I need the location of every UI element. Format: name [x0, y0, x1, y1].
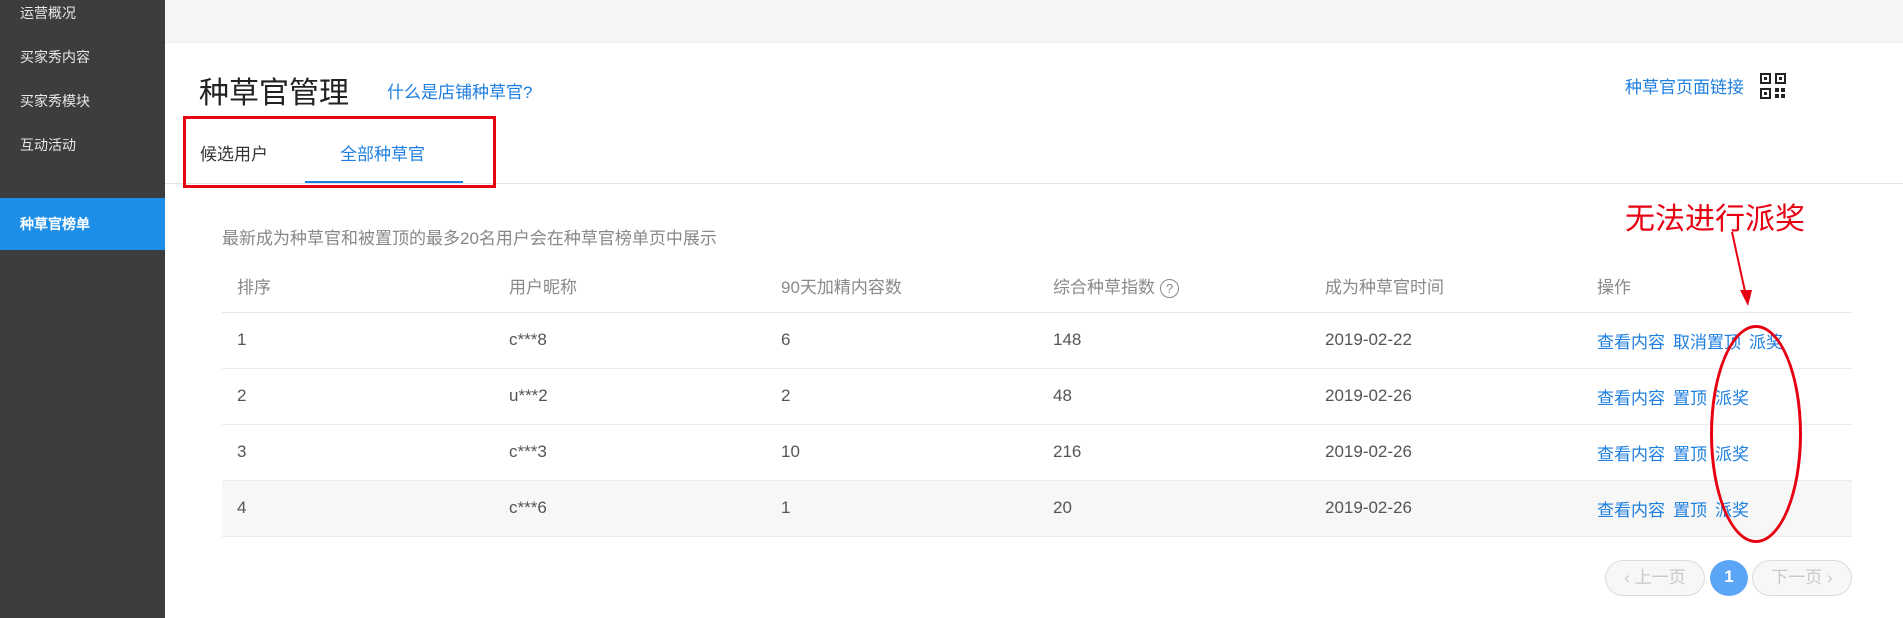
cell-rank: 1 — [222, 312, 494, 369]
next-page-button[interactable]: 下一页 › — [1752, 560, 1852, 596]
view-content-link[interactable]: 查看内容 — [1597, 333, 1665, 352]
header-rank: 排序 — [222, 260, 494, 313]
table-row: 4 c***6 1 20 2019-02-26 查看内容 置顶 派奖 — [222, 480, 1852, 537]
cell-actions: 查看内容 取消置顶 派奖 — [1582, 312, 1852, 369]
page-title: 种草官管理 — [199, 77, 349, 110]
page-link[interactable]: 种草官页面链接 — [1625, 73, 1744, 98]
view-content-link[interactable]: 查看内容 — [1597, 389, 1665, 408]
table-row: 1 c***8 6 148 2019-02-22 查看内容 取消置顶 派奖 — [222, 312, 1852, 369]
cell-index: 216 — [1038, 424, 1310, 481]
cell-count: 6 — [766, 312, 1038, 369]
influencer-table: 排序 用户昵称 90天加精内容数 综合种草指数? 成为种草官时间 操作 1 c*… — [222, 260, 1852, 537]
cell-date: 2019-02-26 — [1310, 480, 1582, 537]
cell-nickname: c***8 — [494, 312, 766, 369]
header-index: 综合种草指数? — [1038, 260, 1310, 313]
cell-rank: 4 — [222, 480, 494, 537]
cell-count: 2 — [766, 368, 1038, 425]
cell-nickname: c***3 — [494, 424, 766, 481]
header-nickname: 用户昵称 — [494, 260, 766, 313]
cell-rank: 2 — [222, 368, 494, 425]
help-icon[interactable]: ? — [1160, 279, 1179, 299]
annotation-ellipse — [1710, 325, 1802, 543]
cell-index: 20 — [1038, 480, 1310, 537]
cell-nickname: u***2 — [494, 368, 766, 425]
header-index-label: 综合种草指数 — [1053, 278, 1155, 298]
notice-text: 最新成为种草官和被置顶的最多20名用户会在种草官榜单页中展示 — [222, 229, 717, 248]
cell-count: 10 — [766, 424, 1038, 481]
pin-link[interactable]: 置顶 — [1673, 445, 1707, 464]
cell-date: 2019-02-22 — [1310, 312, 1582, 369]
pin-link[interactable]: 置顶 — [1673, 389, 1707, 408]
qr-code-icon[interactable] — [1760, 73, 1786, 99]
view-content-link[interactable]: 查看内容 — [1597, 445, 1665, 464]
table-row: 3 c***3 10 216 2019-02-26 查看内容 置顶 派奖 — [222, 424, 1852, 481]
header-date: 成为种草官时间 — [1310, 260, 1582, 313]
sidebar: 运营概况 买家秀内容 买家秀模块 互动活动 种草官榜单 — [0, 0, 165, 618]
cell-rank: 3 — [222, 424, 494, 481]
cell-nickname: c***6 — [494, 480, 766, 537]
help-link[interactable]: 什么是店铺种草官? — [387, 78, 532, 103]
cell-date: 2019-02-26 — [1310, 368, 1582, 425]
cell-index: 148 — [1038, 312, 1310, 369]
pin-link[interactable]: 置顶 — [1673, 501, 1707, 520]
sidebar-item-activities[interactable]: 互动活动 — [0, 119, 165, 171]
top-bar — [165, 0, 1903, 43]
header-featured-count: 90天加精内容数 — [766, 260, 1038, 313]
prev-page-button[interactable]: ‹ 上一页 — [1605, 560, 1705, 596]
table-row: 2 u***2 2 48 2019-02-26 查看内容 置顶 派奖 — [222, 368, 1852, 425]
annotation-arrow-icon — [1731, 231, 1752, 306]
annotation-box — [183, 116, 496, 188]
view-content-link[interactable]: 查看内容 — [1597, 501, 1665, 520]
cell-index: 48 — [1038, 368, 1310, 425]
cell-date: 2019-02-26 — [1310, 424, 1582, 481]
table-header-row: 排序 用户昵称 90天加精内容数 综合种草指数? 成为种草官时间 操作 — [222, 260, 1852, 313]
cell-count: 1 — [766, 480, 1038, 537]
sidebar-item-leaderboard[interactable]: 种草官榜单 — [0, 198, 165, 250]
page-1-button[interactable]: 1 — [1710, 560, 1748, 596]
